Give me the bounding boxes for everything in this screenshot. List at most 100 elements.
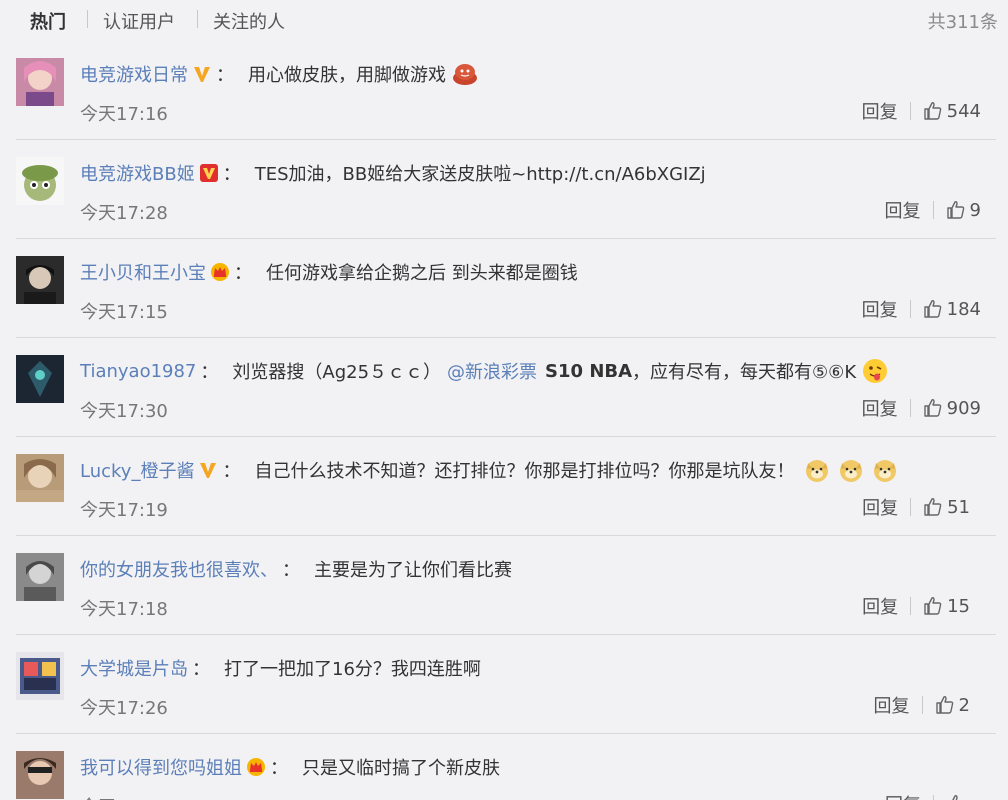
timestamp: 今天17:26 bbox=[80, 698, 168, 719]
comment-actions: 回复 184 bbox=[862, 296, 981, 322]
action-divider bbox=[932, 201, 934, 219]
like-icon[interactable] bbox=[923, 101, 943, 121]
avatar[interactable] bbox=[16, 58, 64, 106]
like-count: 15 bbox=[947, 595, 970, 617]
tab-verified-users[interactable]: 认证用户 bbox=[103, 8, 175, 34]
member-crown-icon bbox=[246, 757, 266, 777]
timestamp: 今天17:18 bbox=[80, 599, 168, 620]
colon: ： bbox=[200, 362, 219, 383]
username-link[interactable]: Lucky_橙子酱 bbox=[80, 457, 194, 483]
comment-text-bold: S10 NBA bbox=[545, 360, 633, 382]
tab-hot[interactable]: 热门 bbox=[30, 8, 66, 34]
like-icon[interactable] bbox=[923, 596, 943, 616]
colon: ： bbox=[216, 65, 234, 86]
comment-item: 大学城是片岛： 打了一把加了16分？我四连胜啊 今天17:26 回复 2 bbox=[0, 635, 1008, 734]
like-icon[interactable] bbox=[946, 200, 966, 220]
tab-following[interactable]: 关注的人 bbox=[213, 8, 285, 34]
red-verified-icon bbox=[199, 163, 219, 183]
mention-link[interactable]: @新浪彩票 bbox=[447, 358, 537, 384]
timestamp: 今天17:15 bbox=[80, 302, 168, 323]
username-link[interactable]: 我可以得到您吗姐姐 bbox=[80, 754, 242, 780]
reply-button[interactable]: 回复 bbox=[885, 197, 921, 223]
colon: ： bbox=[270, 758, 288, 779]
comment-item: 电竞游戏日常 ： 用心做皮肤，用脚做游戏今天17:16 回复 544 bbox=[0, 41, 1008, 140]
avatar[interactable] bbox=[16, 355, 64, 403]
timestamp: 今天17:27 bbox=[80, 793, 168, 800]
avatar[interactable] bbox=[16, 454, 64, 502]
comment-item: 我可以得到您吗姐姐 ： 只是又临时搞了个新皮肤今天17:27 回复 bbox=[0, 734, 1008, 800]
comment-text: 任何游戏拿给企鹅之后 到头来都是圈钱 bbox=[266, 263, 578, 284]
colon: ： bbox=[222, 164, 241, 185]
username-link[interactable]: 电竞游戏日常 bbox=[80, 61, 188, 87]
timestamp: 今天17:19 bbox=[80, 500, 168, 521]
member-crown-icon bbox=[210, 262, 230, 282]
colon: ： bbox=[282, 560, 300, 581]
username-link[interactable]: 你的女朋友我也很喜欢、 bbox=[80, 556, 278, 582]
reply-button[interactable]: 回复 bbox=[862, 296, 898, 322]
comment-item: 王小贝和王小宝 ： 任何游戏拿给企鹅之后 到头来都是圈钱今天17:15 回复 184 bbox=[0, 239, 1008, 338]
comment-actions: 回复 2 bbox=[874, 692, 970, 718]
username-link[interactable]: 大学城是片岛 bbox=[80, 655, 188, 681]
like-icon[interactable] bbox=[923, 398, 943, 418]
doge-emoji bbox=[804, 457, 830, 483]
action-divider bbox=[921, 696, 923, 714]
comment-filter-tabs: 热门 认证用户 关注的人 共311条 bbox=[0, 0, 1008, 38]
comment-text: 自己什么技术不知道？还打排位？你那是打排位吗？你那是坑队友！ bbox=[254, 461, 795, 482]
comment-item: 你的女朋友我也很喜欢、： 主要是为了让你们看比赛今天17:18 回复 15 bbox=[0, 536, 1008, 635]
reply-button[interactable]: 回复 bbox=[862, 395, 898, 421]
doge-emoji bbox=[872, 457, 898, 483]
timestamp: 今天17:16 bbox=[80, 104, 168, 125]
comment-item: Tianyao1987： 刘览器搜（Ag25５ｃｃ） @新浪彩票 S10 NBA ，应有… bbox=[0, 338, 1008, 437]
like-count: 184 bbox=[946, 298, 981, 320]
comment-actions: 回复 9 bbox=[885, 197, 981, 223]
action-divider bbox=[910, 498, 912, 516]
like-icon[interactable] bbox=[923, 497, 943, 517]
reply-button[interactable]: 回复 bbox=[862, 494, 898, 520]
username-link[interactable]: 王小贝和王小宝 bbox=[80, 259, 206, 285]
comment-actions: 回复 bbox=[885, 792, 970, 800]
action-divider bbox=[909, 102, 911, 120]
avatar[interactable] bbox=[16, 256, 64, 304]
comment-body: 你的女朋友我也很喜欢、： 主要是为了让你们看比赛 bbox=[80, 556, 512, 582]
tab-divider bbox=[197, 10, 198, 28]
avatar[interactable] bbox=[16, 751, 64, 799]
action-divider bbox=[933, 795, 934, 800]
comment-body: Tianyao1987： 刘览器搜（Ag25５ｃｃ） @新浪彩票 S10 NBA ，应有… bbox=[80, 358, 888, 384]
action-divider bbox=[909, 300, 911, 318]
comment-item: Lucky_橙子酱 ： 自己什么技术不知道？还打排位？你那是打排位吗？你那是坑队友！… bbox=[0, 437, 1008, 536]
comment-text: ，应有尽有，每天都有⑤⑥K bbox=[632, 362, 857, 383]
comment-body: 王小贝和王小宝 ： 任何游戏拿给企鹅之后 到头来都是圈钱 bbox=[80, 259, 578, 285]
comment-actions: 回复 909 bbox=[862, 395, 981, 421]
comment-total-count: 共311条 bbox=[927, 12, 998, 33]
like-count: 909 bbox=[946, 397, 981, 419]
like-count: 2 bbox=[958, 694, 970, 716]
timestamp: 今天17:30 bbox=[80, 401, 168, 422]
comment-text: 用心做皮肤，用脚做游戏 bbox=[248, 65, 446, 86]
colon: ： bbox=[234, 263, 252, 284]
like-icon[interactable] bbox=[946, 794, 966, 800]
like-count: 9 bbox=[969, 199, 981, 221]
username-link[interactable]: Tianyao1987 bbox=[80, 361, 196, 382]
gold-verified-icon bbox=[192, 64, 212, 84]
avatar[interactable] bbox=[16, 553, 64, 601]
avatar[interactable] bbox=[16, 157, 64, 205]
like-icon[interactable] bbox=[935, 695, 955, 715]
reply-button[interactable]: 回复 bbox=[885, 791, 921, 800]
reply-button[interactable]: 回复 bbox=[874, 692, 910, 718]
like-count: 544 bbox=[946, 100, 981, 122]
mooncake-emoji bbox=[452, 61, 478, 87]
like-count: 51 bbox=[947, 496, 970, 518]
like-icon[interactable] bbox=[923, 299, 943, 319]
reply-button[interactable]: 回复 bbox=[862, 98, 898, 124]
username-link[interactable]: 电竞游戏BB姬 bbox=[80, 160, 195, 186]
reply-button[interactable]: 回复 bbox=[862, 593, 898, 619]
tongue-emoji bbox=[862, 358, 888, 384]
comment-text: 打了一把加了16分？我四连胜啊 bbox=[224, 659, 481, 680]
comment-text: 只是又临时搞了个新皮肤 bbox=[302, 758, 500, 779]
comment-body: Lucky_橙子酱 ： 自己什么技术不知道？还打排位？你那是打排位吗？你那是坑队友！ bbox=[80, 457, 898, 483]
avatar[interactable] bbox=[16, 652, 64, 700]
action-divider bbox=[910, 597, 912, 615]
comment-item: 电竞游戏BB姬 ： TES加油，BB姬给大家送皮肤啦~http://t.cn/A6b… bbox=[0, 140, 1008, 239]
tab-divider bbox=[87, 10, 88, 28]
comment-text: 刘览器搜（Ag25５ｃｃ） bbox=[232, 362, 442, 383]
